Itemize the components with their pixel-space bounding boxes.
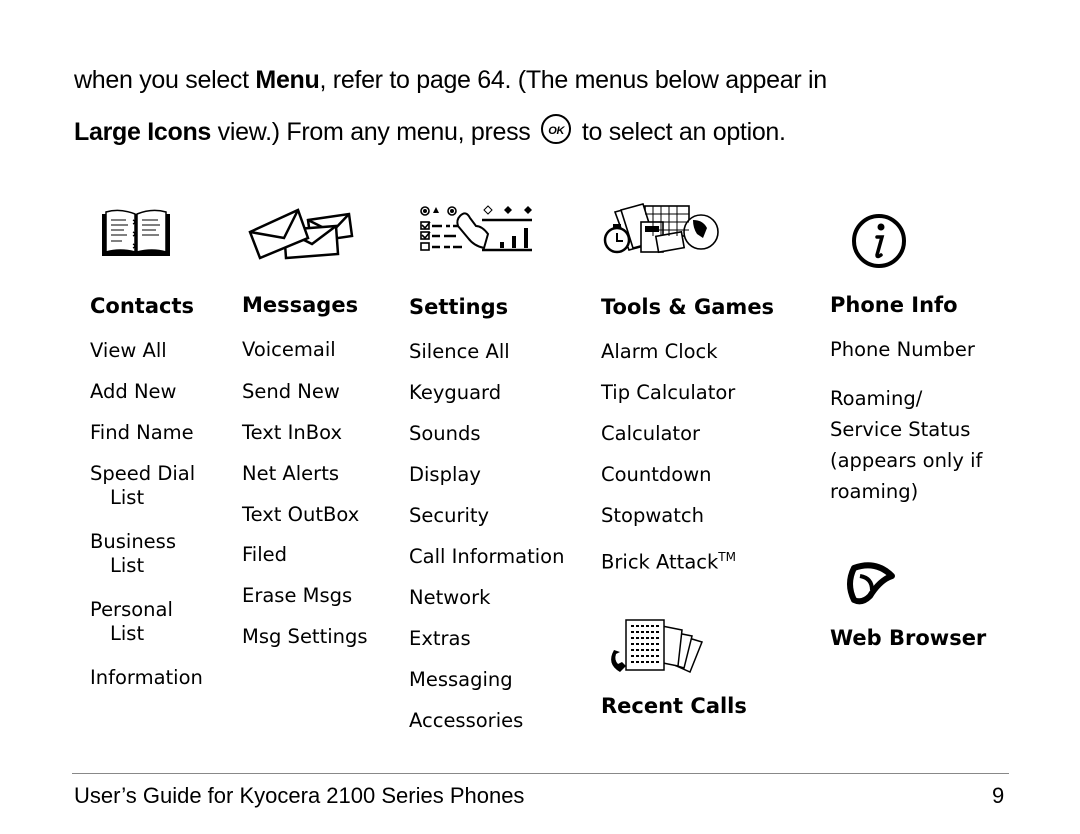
- contacts-item: View All: [90, 339, 167, 362]
- settings-item: Security: [409, 504, 490, 527]
- contacts-item-line: List: [110, 622, 145, 645]
- phone-info-item: Phone Number: [830, 338, 975, 361]
- phone-call-list-icon: [611, 619, 704, 674]
- contacts-item: Speed Dial List: [90, 462, 195, 510]
- address-book-icon: [102, 209, 170, 256]
- contacts-item-line: Speed Dial: [90, 462, 196, 485]
- contacts-item: Find Name: [90, 421, 194, 444]
- tools-games-heading: Tools & Games: [601, 295, 775, 319]
- contacts-item-line: Business: [90, 530, 176, 553]
- intro-text: , refer to page 64. (The menus below app…: [319, 66, 828, 94]
- phone-info-line: Service Status: [830, 418, 971, 441]
- settings-item: Keyguard: [409, 381, 502, 404]
- footer-title: User’s Guide for Kyocera 2100 Series Pho…: [74, 783, 525, 808]
- messages-item: Send New: [242, 380, 340, 403]
- tools-item: Stopwatch: [601, 504, 704, 527]
- phone-info-heading: Phone Info: [830, 293, 958, 317]
- intro-line-1: when you select Menu, refer to page 64. …: [74, 66, 827, 95]
- tools-item: Calculator: [601, 422, 701, 445]
- contacts-item-line: List: [110, 554, 145, 577]
- settings-item: Call Information: [409, 545, 565, 568]
- contacts-item: Add New: [90, 380, 177, 403]
- settings-controls-icon: [420, 205, 532, 252]
- web-browser-icon: [847, 562, 895, 605]
- settings-item: Sounds: [409, 422, 481, 445]
- settings-item: Display: [409, 463, 481, 486]
- contacts-item-line: List: [110, 486, 145, 509]
- messages-item: Voicemail: [242, 338, 336, 361]
- tools-item: Alarm Clock: [601, 340, 718, 363]
- messages-item: Net Alerts: [242, 462, 340, 485]
- large-icons-term: Large Icons: [74, 118, 212, 146]
- tools-item: Tip Calculator: [601, 381, 736, 404]
- settings-item: Accessories: [409, 709, 524, 732]
- menu-term: Menu: [255, 66, 320, 94]
- intro-text: to select an option.: [575, 118, 786, 146]
- trademark-mark: TM: [718, 550, 736, 564]
- contacts-item-line: Personal: [90, 598, 173, 621]
- page-number: 9: [992, 783, 1005, 808]
- contacts-heading: Contacts: [90, 294, 194, 318]
- tools-item-label: Brick Attack: [601, 550, 719, 574]
- phone-info-line: (appears only if: [830, 449, 983, 472]
- contacts-item: Business List: [90, 530, 176, 578]
- tools-item: Brick AttackTM: [601, 545, 736, 575]
- phone-info-line: roaming): [830, 480, 919, 503]
- messages-item: Erase Msgs: [242, 584, 353, 607]
- messages-item: Filed: [242, 543, 288, 566]
- web-browser-heading: Web Browser: [830, 626, 987, 650]
- intro-text: view.) From any menu, press: [211, 118, 538, 146]
- messages-item: Text OutBox: [242, 503, 360, 526]
- messages-item: Text InBox: [242, 421, 342, 444]
- messages-item: Msg Settings: [242, 625, 368, 648]
- tools-games-icon: [603, 203, 719, 254]
- settings-item: Messaging: [409, 668, 513, 691]
- contacts-item: Information: [90, 666, 203, 689]
- settings-item: Silence All: [409, 340, 510, 363]
- recent-calls-heading: Recent Calls: [601, 694, 747, 718]
- ok-key-icon: OK: [541, 114, 572, 144]
- intro-line-2: Large Icons view.) From any menu, press …: [74, 114, 786, 147]
- info-icon: [852, 214, 906, 268]
- envelopes-icon: [248, 208, 354, 260]
- intro-text: when you select: [74, 66, 256, 94]
- settings-heading: Settings: [409, 295, 509, 319]
- settings-item: Extras: [409, 627, 471, 650]
- settings-item: Network: [409, 586, 491, 609]
- tools-item: Countdown: [601, 463, 712, 486]
- footer-divider: [72, 773, 1009, 774]
- phone-info-item: Roaming/ Service Status (appears only if…: [830, 383, 982, 507]
- phone-info-line: Roaming/: [830, 387, 923, 410]
- messages-heading: Messages: [242, 293, 359, 317]
- contacts-item: Personal List: [90, 598, 173, 646]
